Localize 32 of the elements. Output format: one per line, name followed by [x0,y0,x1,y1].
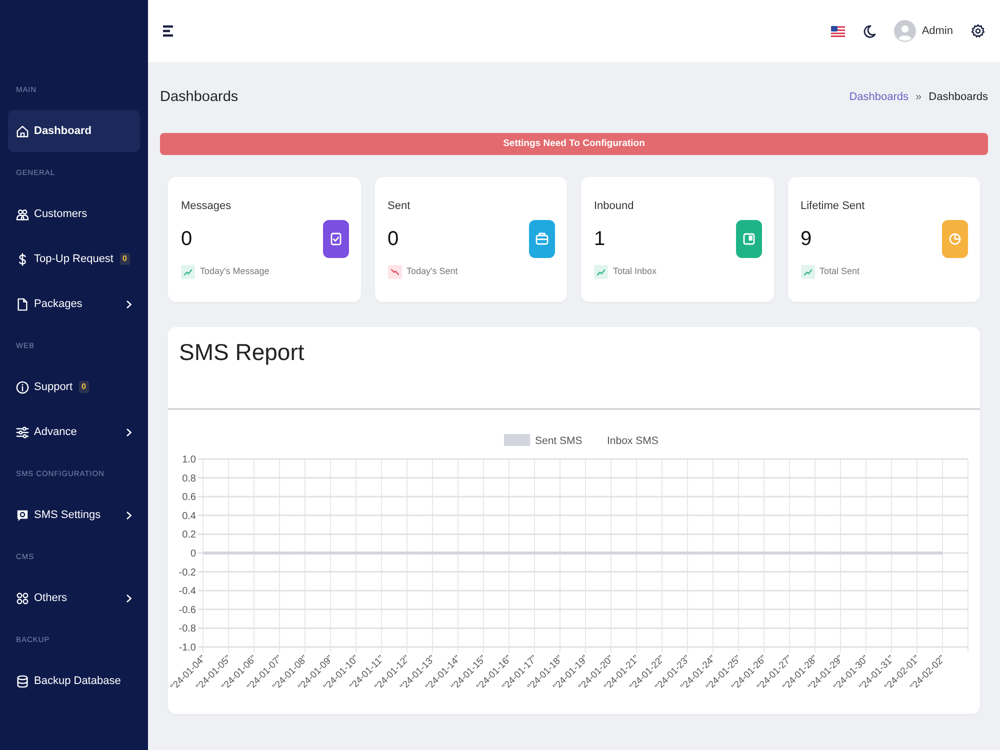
axis-label: 0.2 [182,530,196,541]
axis-label: 0 [190,548,196,560]
axis-label: -0.2 [178,567,196,578]
stat-caption: Total Inbox [613,265,657,278]
breadcrumb-separator: » [916,90,922,106]
stat-value: 9 [800,227,812,251]
axis-label: 0.6 [182,492,196,504]
legend-label: Inbox SMS [607,435,658,447]
stat-caption: Total Sent [820,265,860,278]
stat-caption: Today's Sent [406,265,458,278]
legend-label: Sent SMS [535,435,582,447]
stat-value: 1 [594,227,606,251]
warning-banner: Settings Need To Configuration [160,133,988,155]
axis-label: -1.0 [178,642,196,654]
axis-label: 0.4 [182,510,196,522]
axis-label: 1.0 [182,454,196,466]
axis-label: -0.8 [178,624,196,635]
page-title: Dashboards [160,88,238,106]
axis-label: -0.4 [178,586,196,598]
card-title: SMS Report [179,339,306,367]
axis-label: 0.8 [182,473,196,484]
stat-title: Lifetime Sent [800,199,866,213]
axis-label: -0.6 [178,604,196,616]
stat-title: Inbound [594,199,635,213]
stat-title: Sent [388,199,412,213]
count-badge: 0 [78,381,89,393]
count-badge: 0 [120,253,130,265]
stat-value: 0 [181,227,192,251]
breadcrumb-current: Dashboards [928,90,988,106]
stat-caption: Today's Message [200,265,270,278]
stat-title: Messages [181,199,232,213]
stat-value: 0 [388,227,399,251]
